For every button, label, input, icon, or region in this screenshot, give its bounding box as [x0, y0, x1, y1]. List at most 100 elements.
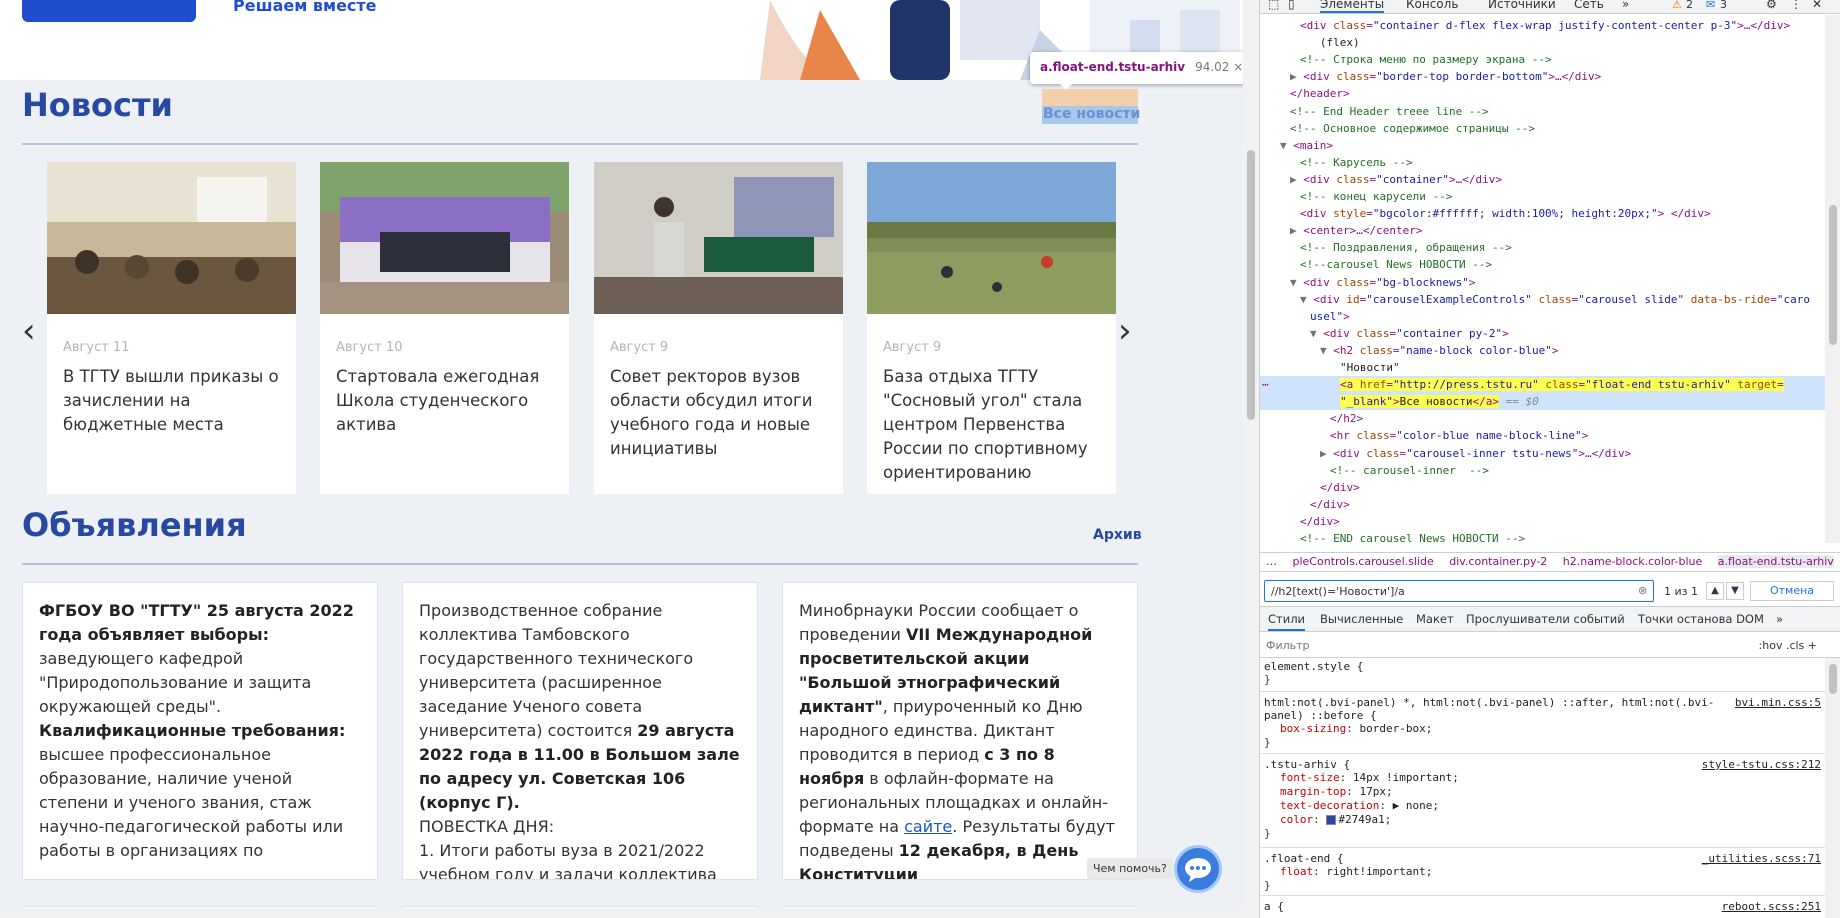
property-name[interactable]: color: [1280, 813, 1313, 826]
clear-search-icon[interactable]: ⊗: [1638, 584, 1647, 597]
breadcrumb-item[interactable]: pleControls.carousel.slide: [1293, 555, 1434, 568]
news-card[interactable]: Август 9 База отдыха ТГТУ "Сосновый угол…: [867, 162, 1116, 494]
rule-source-link[interactable]: _utilities.scss:71: [1702, 852, 1821, 865]
rule-source-link[interactable]: bvi.min.css:5: [1735, 696, 1821, 709]
property-name[interactable]: margin-top: [1280, 785, 1346, 798]
expand-triangle-icon[interactable]: ▶: [1290, 224, 1303, 237]
tab-dom-breakpoints[interactable]: Точки останова DOM: [1638, 612, 1764, 626]
site-link[interactable]: сайте: [904, 817, 952, 836]
tab-computed[interactable]: Вычисленные: [1320, 612, 1403, 626]
dom-node-line[interactable]: ▼ <div id="carouselExampleControls" clas…: [1260, 291, 1825, 308]
dom-node-line[interactable]: <!--carousel News НОВОСТИ -->: [1260, 256, 1825, 273]
property-value[interactable]: #2749a1;: [1338, 813, 1391, 826]
rule-source-link[interactable]: reboot.scss:251: [1722, 900, 1821, 913]
dom-node-line[interactable]: <!-- Карусель -->: [1260, 154, 1825, 171]
breadcrumb-item[interactable]: div.container.py-2: [1449, 555, 1547, 568]
cancel-search-button[interactable]: Отмена: [1750, 581, 1834, 601]
styles-scrollbar[interactable]: [1825, 658, 1840, 918]
color-swatch[interactable]: [1326, 815, 1337, 825]
expand-triangle-icon[interactable]: ▶: [1320, 447, 1333, 460]
scrollbar-thumb[interactable]: [1829, 664, 1837, 694]
dom-node-line[interactable]: <!-- Строка меню по размеру экрана -->: [1260, 51, 1825, 68]
collapse-triangle-icon[interactable]: ▼: [1280, 139, 1293, 152]
dom-node-line[interactable]: </header>: [1260, 85, 1825, 102]
dom-node-line[interactable]: <!-- End Header treee line -->: [1260, 103, 1825, 120]
styles-filter-tools[interactable]: :hov .cls +: [1759, 639, 1817, 652]
dom-node-line[interactable]: ▼ <div class="bg-blocknews">: [1260, 274, 1825, 291]
tab-styles[interactable]: Стили: [1268, 612, 1306, 631]
warning-icon[interactable]: ⚠: [1672, 0, 1682, 11]
dom-node-line[interactable]: ▼ <h2 class="name-block color-blue">: [1260, 342, 1825, 359]
collapse-triangle-icon[interactable]: ▼: [1290, 276, 1303, 289]
property-value[interactable]: ▶ none;: [1393, 799, 1439, 812]
more-tabs-icon[interactable]: »: [1622, 0, 1629, 11]
dom-node-line[interactable]: "_blank">Все новости</a> == $0: [1260, 393, 1825, 411]
news-card[interactable]: Август 11 В ТГТУ вышли приказы о зачисле…: [47, 162, 296, 494]
news-card[interactable]: Август 9 Совет ректоров вузов области об…: [594, 162, 843, 494]
carousel-prev-button[interactable]: ‹: [22, 311, 36, 351]
settings-gear-icon[interactable]: ⚙: [1766, 0, 1777, 11]
collapse-triangle-icon[interactable]: ▼: [1300, 293, 1313, 306]
news-card-title[interactable]: В ТГТУ вышли приказы о зачислении на бюд…: [63, 365, 280, 437]
tab-event-listeners[interactable]: Прослушиватели событий: [1466, 612, 1625, 626]
dom-tree-scrollbar[interactable]: [1825, 15, 1840, 543]
dom-node-line[interactable]: </div>: [1260, 513, 1825, 530]
all-news-link[interactable]: Все новости: [1043, 106, 1140, 122]
dom-node-line[interactable]: </div>: [1260, 479, 1825, 496]
collapse-triangle-icon[interactable]: ▼: [1320, 344, 1333, 357]
announcement-card[interactable]: Минобрнауки России сообщает о проведении…: [782, 582, 1138, 880]
tab-sources[interactable]: Источники: [1488, 0, 1556, 11]
page-vertical-scrollbar[interactable]: [1243, 0, 1259, 918]
rule-selector[interactable]: element.style {: [1264, 660, 1821, 673]
tab-elements[interactable]: Элементы: [1320, 0, 1385, 13]
news-card-title[interactable]: Совет ректоров вузов области обсудил ито…: [610, 365, 827, 461]
dom-node-line[interactable]: ▶ <center>…</center>: [1260, 222, 1825, 239]
dom-node-line[interactable]: <div style="bgcolor:#ffffff; width:100%;…: [1260, 205, 1825, 222]
scrollbar-thumb[interactable]: [1829, 205, 1837, 345]
dom-node-line[interactable]: ▶ <div class="carousel-inner tstu-news">…: [1260, 445, 1825, 462]
search-next-button[interactable]: ▼: [1726, 582, 1744, 600]
messages-count[interactable]: 3: [1720, 0, 1727, 11]
property-value[interactable]: border-box;: [1359, 722, 1432, 735]
property-value[interactable]: right!important;: [1326, 865, 1432, 878]
collapse-triangle-icon[interactable]: ▼: [1310, 327, 1323, 340]
dom-node-line[interactable]: <div class="container d-flex flex-wrap j…: [1260, 17, 1825, 34]
more-menu-icon[interactable]: ⋮: [1790, 0, 1802, 11]
tab-layout[interactable]: Макет: [1416, 612, 1454, 626]
inspect-icon[interactable]: ⬚: [1268, 0, 1279, 11]
dom-node-line[interactable]: (flex): [1260, 34, 1825, 51]
device-toggle-icon[interactable]: ▯: [1288, 0, 1295, 11]
dom-node-line[interactable]: <!-- END carousel News НОВОСТИ -->: [1260, 530, 1825, 543]
page-horizontal-scrollbar[interactable]: [0, 908, 1243, 918]
chat-help-button[interactable]: [1174, 845, 1222, 893]
expand-triangle-icon[interactable]: ▶: [1290, 173, 1303, 186]
carousel-next-button[interactable]: ›: [1118, 311, 1132, 351]
news-card[interactable]: Август 10 Стартовала ежегодная Школа сту…: [320, 162, 569, 494]
node-actions-icon[interactable]: ⋯: [1262, 376, 1269, 393]
dom-node-line[interactable]: <!-- carousel-inner -->: [1260, 462, 1825, 479]
dom-node-line[interactable]: <hr class="color-blue name-block-line">: [1260, 427, 1825, 444]
dom-node-line[interactable]: </div>: [1260, 496, 1825, 513]
news-card-title[interactable]: Стартовала ежегодная Школа студенческого…: [336, 365, 553, 437]
tab-network[interactable]: Сеть: [1574, 0, 1604, 11]
dom-node-line[interactable]: <!-- Основное содержимое страницы -->: [1260, 120, 1825, 137]
archive-link[interactable]: Архив: [1093, 527, 1142, 543]
site-logo[interactable]: [22, 0, 196, 22]
tab-console[interactable]: Консоль: [1406, 0, 1458, 11]
dom-node-line[interactable]: <!-- Поздравления, обращения -->: [1260, 239, 1825, 256]
property-value[interactable]: 14px !important;: [1353, 771, 1459, 784]
rule-source-link[interactable]: style-tstu.css:212: [1702, 758, 1821, 771]
help-label[interactable]: Чем помочь?: [1087, 858, 1173, 879]
dom-search-input[interactable]: [1264, 580, 1654, 602]
expand-triangle-icon[interactable]: ▶: [1290, 70, 1303, 83]
property-name[interactable]: float: [1280, 865, 1313, 878]
breadcrumb-item[interactable]: …: [1266, 555, 1277, 568]
dom-node-line[interactable]: ▼ <div class="container py-2">: [1260, 325, 1825, 342]
dom-node-line[interactable]: ⋯ <a href="http://press.tstu.ru" class="f…: [1260, 376, 1825, 394]
dom-node-line[interactable]: ▶ <div class="container">…</div>: [1260, 171, 1825, 188]
more-subtabs-icon[interactable]: »: [1776, 612, 1783, 626]
news-card-title[interactable]: База отдыха ТГТУ "Сосновый угол" стала ц…: [883, 365, 1100, 485]
dom-node-line[interactable]: ▶ <div class="border-top border-bottom">…: [1260, 68, 1825, 85]
property-name[interactable]: text-decoration: [1280, 799, 1379, 812]
warnings-count[interactable]: 2: [1686, 0, 1693, 11]
